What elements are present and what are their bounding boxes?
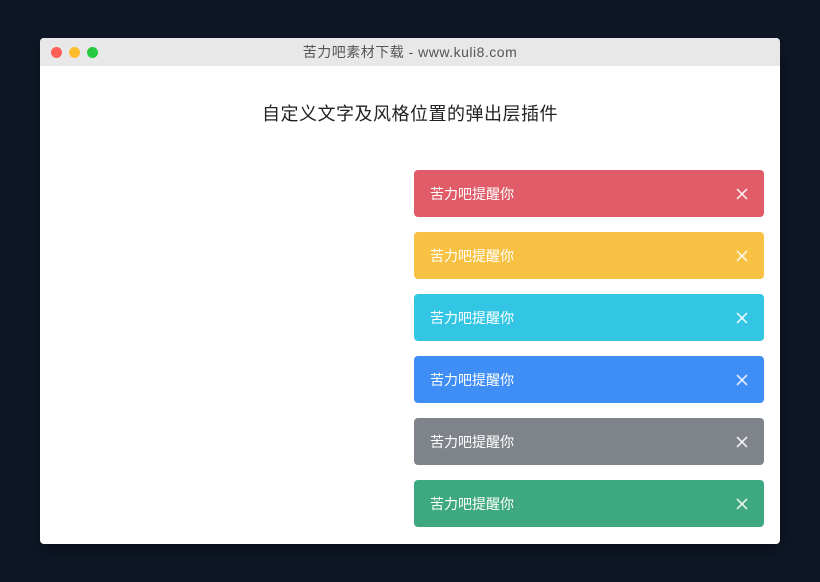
close-icon[interactable]: [734, 186, 750, 202]
window-maximize-dot[interactable]: [87, 47, 98, 58]
window-close-dot[interactable]: [51, 47, 62, 58]
window-title: 苦力吧素材下载 - www.kuli8.com: [40, 42, 780, 62]
close-icon[interactable]: [734, 434, 750, 450]
close-icon[interactable]: [734, 310, 750, 326]
traffic-lights: [40, 47, 98, 58]
close-icon[interactable]: [734, 248, 750, 264]
window-minimize-dot[interactable]: [69, 47, 80, 58]
toast-label: 苦力吧提醒你: [430, 494, 514, 514]
toast-item: 苦力吧提醒你: [414, 418, 764, 465]
toast-stack: 苦力吧提醒你 苦力吧提醒你 苦力吧提醒你 苦力吧提醒你: [40, 170, 780, 527]
toast-label: 苦力吧提醒你: [430, 184, 514, 204]
toast-label: 苦力吧提醒你: [430, 432, 514, 452]
toast-item: 苦力吧提醒你: [414, 356, 764, 403]
toast-item: 苦力吧提醒你: [414, 170, 764, 217]
toast-item: 苦力吧提醒你: [414, 480, 764, 527]
toast-label: 苦力吧提醒你: [430, 246, 514, 266]
toast-label: 苦力吧提醒你: [430, 308, 514, 328]
close-icon[interactable]: [734, 496, 750, 512]
app-window: 苦力吧素材下载 - www.kuli8.com 自定义文字及风格位置的弹出层插件…: [40, 38, 780, 544]
toast-item: 苦力吧提醒你: [414, 232, 764, 279]
titlebar: 苦力吧素材下载 - www.kuli8.com: [40, 38, 780, 66]
toast-item: 苦力吧提醒你: [414, 294, 764, 341]
page-heading: 自定义文字及风格位置的弹出层插件: [40, 100, 780, 126]
close-icon[interactable]: [734, 372, 750, 388]
toast-label: 苦力吧提醒你: [430, 370, 514, 390]
content-area: 自定义文字及风格位置的弹出层插件 苦力吧提醒你 苦力吧提醒你 苦力吧提醒你: [40, 66, 780, 527]
